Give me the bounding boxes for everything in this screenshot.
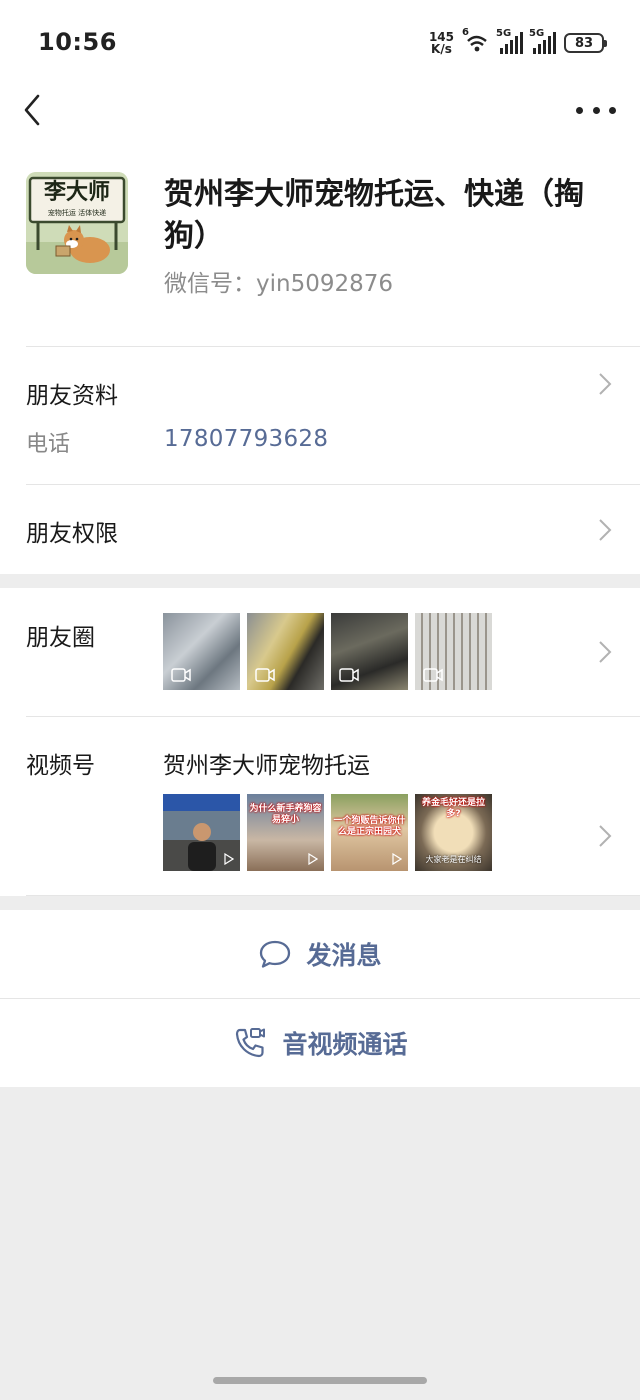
signal-sim2-icon: 5G <box>529 28 556 54</box>
wechat-id: 微信号：yin5092876 <box>164 271 394 297</box>
avatar-title: 李大师 <box>43 180 110 205</box>
play-icon <box>308 853 318 865</box>
chevron-right-icon <box>599 825 612 847</box>
moments-thumbnail <box>415 613 492 690</box>
net-speed-unit: K/s <box>431 42 452 56</box>
divider <box>26 346 640 347</box>
chevron-right-icon <box>599 641 612 663</box>
channel-name: 贺州李大师宠物托运 <box>163 753 370 779</box>
chevron-right-icon <box>599 373 612 395</box>
video-call-label: 音视频通话 <box>282 1030 408 1059</box>
more-dot-icon <box>609 106 616 114</box>
channel-video-thumbnail: 养金毛好还是拉多? 大家老是在纠结 <box>415 794 492 871</box>
channels-title: 视频号 <box>26 753 95 779</box>
friend-info-title: 朋友资料 <box>26 383 118 409</box>
channel-video-thumbnail: 一个狗贩告诉你什么是正宗田园犬 <box>331 794 408 871</box>
wifi-icon: 6 <box>462 27 490 54</box>
phone-video-icon <box>236 1028 266 1058</box>
video-camera-icon <box>423 668 443 682</box>
thumbnail-caption-bottom: 大家老是在纠结 <box>425 855 482 864</box>
battery-level: 83 <box>574 35 594 51</box>
channel-video-thumbnail: 为什么新手养狗容易猝小 <box>247 794 324 871</box>
video-camera-icon <box>171 668 191 682</box>
nav-bar <box>0 86 640 136</box>
video-call-button[interactable]: 音视频通话 <box>0 999 640 1087</box>
send-message-button[interactable]: 发消息 <box>0 910 640 998</box>
status-time: 10:56 <box>38 28 117 56</box>
moments-title: 朋友圈 <box>26 625 95 651</box>
phone-number-link[interactable]: 17807793628 <box>164 426 328 452</box>
play-icon <box>392 853 402 865</box>
status-icons: 145 K/s 6 5G 5G 83 <box>429 27 607 58</box>
net-speed: 145 K/s <box>429 31 454 55</box>
phone-label: 电话 <box>26 432 71 457</box>
battery-icon: 83 <box>564 33 607 53</box>
back-button[interactable] <box>16 92 52 128</box>
divider <box>26 716 640 717</box>
moments-thumbnail <box>163 613 240 690</box>
profile-header: 李大师 宠物托运 活体快递 贺州李大师宠物托运、快递（掏狗） 微信号：yin50… <box>0 136 640 346</box>
sim2-label: 5G <box>529 28 545 39</box>
send-message-label: 发消息 <box>306 941 382 970</box>
play-icon <box>224 853 234 865</box>
thumbnail-caption: 一个狗贩告诉你什么是正宗田园犬 <box>333 816 406 837</box>
status-bar: 10:56 145 K/s 6 5G 5G 83 <box>0 0 640 86</box>
divider <box>26 895 640 896</box>
home-indicator[interactable] <box>213 1377 427 1384</box>
avatar-subtitle: 宠物托运 活体快递 <box>47 209 107 217</box>
moments-thumbnail <box>247 613 324 690</box>
channels-row[interactable]: 视频号 贺州李大师宠物托运 为什么新手养狗容易猝小 一个狗贩告诉你什么是正宗田园… <box>0 716 640 896</box>
profile-name: 贺州李大师宠物托运、快递（掏狗） <box>164 177 584 254</box>
friend-info-section[interactable]: 朋友资料 电话 17807793628 <box>0 346 640 484</box>
chat-bubble-icon <box>260 940 291 968</box>
wifi-label: 6 <box>462 27 469 38</box>
moments-thumbnails <box>163 613 492 690</box>
thumbnail-caption: 为什么新手养狗容易猝小 <box>249 804 322 825</box>
more-button[interactable] <box>576 92 616 128</box>
friend-permission-title: 朋友权限 <box>26 521 118 547</box>
chevron-right-icon <box>599 519 612 541</box>
channel-thumbnails: 为什么新手养狗容易猝小 一个狗贩告诉你什么是正宗田园犬 养金毛好还是拉多? 大家… <box>163 794 492 871</box>
channel-video-thumbnail <box>163 794 240 871</box>
moments-row[interactable]: 朋友圈 <box>0 588 640 716</box>
thumbnail-caption: 养金毛好还是拉多? <box>421 798 485 819</box>
avatar[interactable]: 李大师 宠物托运 活体快递 <box>26 172 128 274</box>
friend-permission-row[interactable]: 朋友权限 <box>0 484 640 574</box>
more-dot-icon <box>576 106 583 114</box>
video-camera-icon <box>255 668 275 682</box>
back-arrow-icon <box>24 94 40 126</box>
more-dot-icon <box>592 106 600 114</box>
video-camera-icon <box>339 668 359 682</box>
signal-sim1-icon: 5G <box>496 28 523 54</box>
moments-thumbnail <box>331 613 408 690</box>
sim1-label: 5G <box>496 28 512 39</box>
divider <box>26 484 640 485</box>
